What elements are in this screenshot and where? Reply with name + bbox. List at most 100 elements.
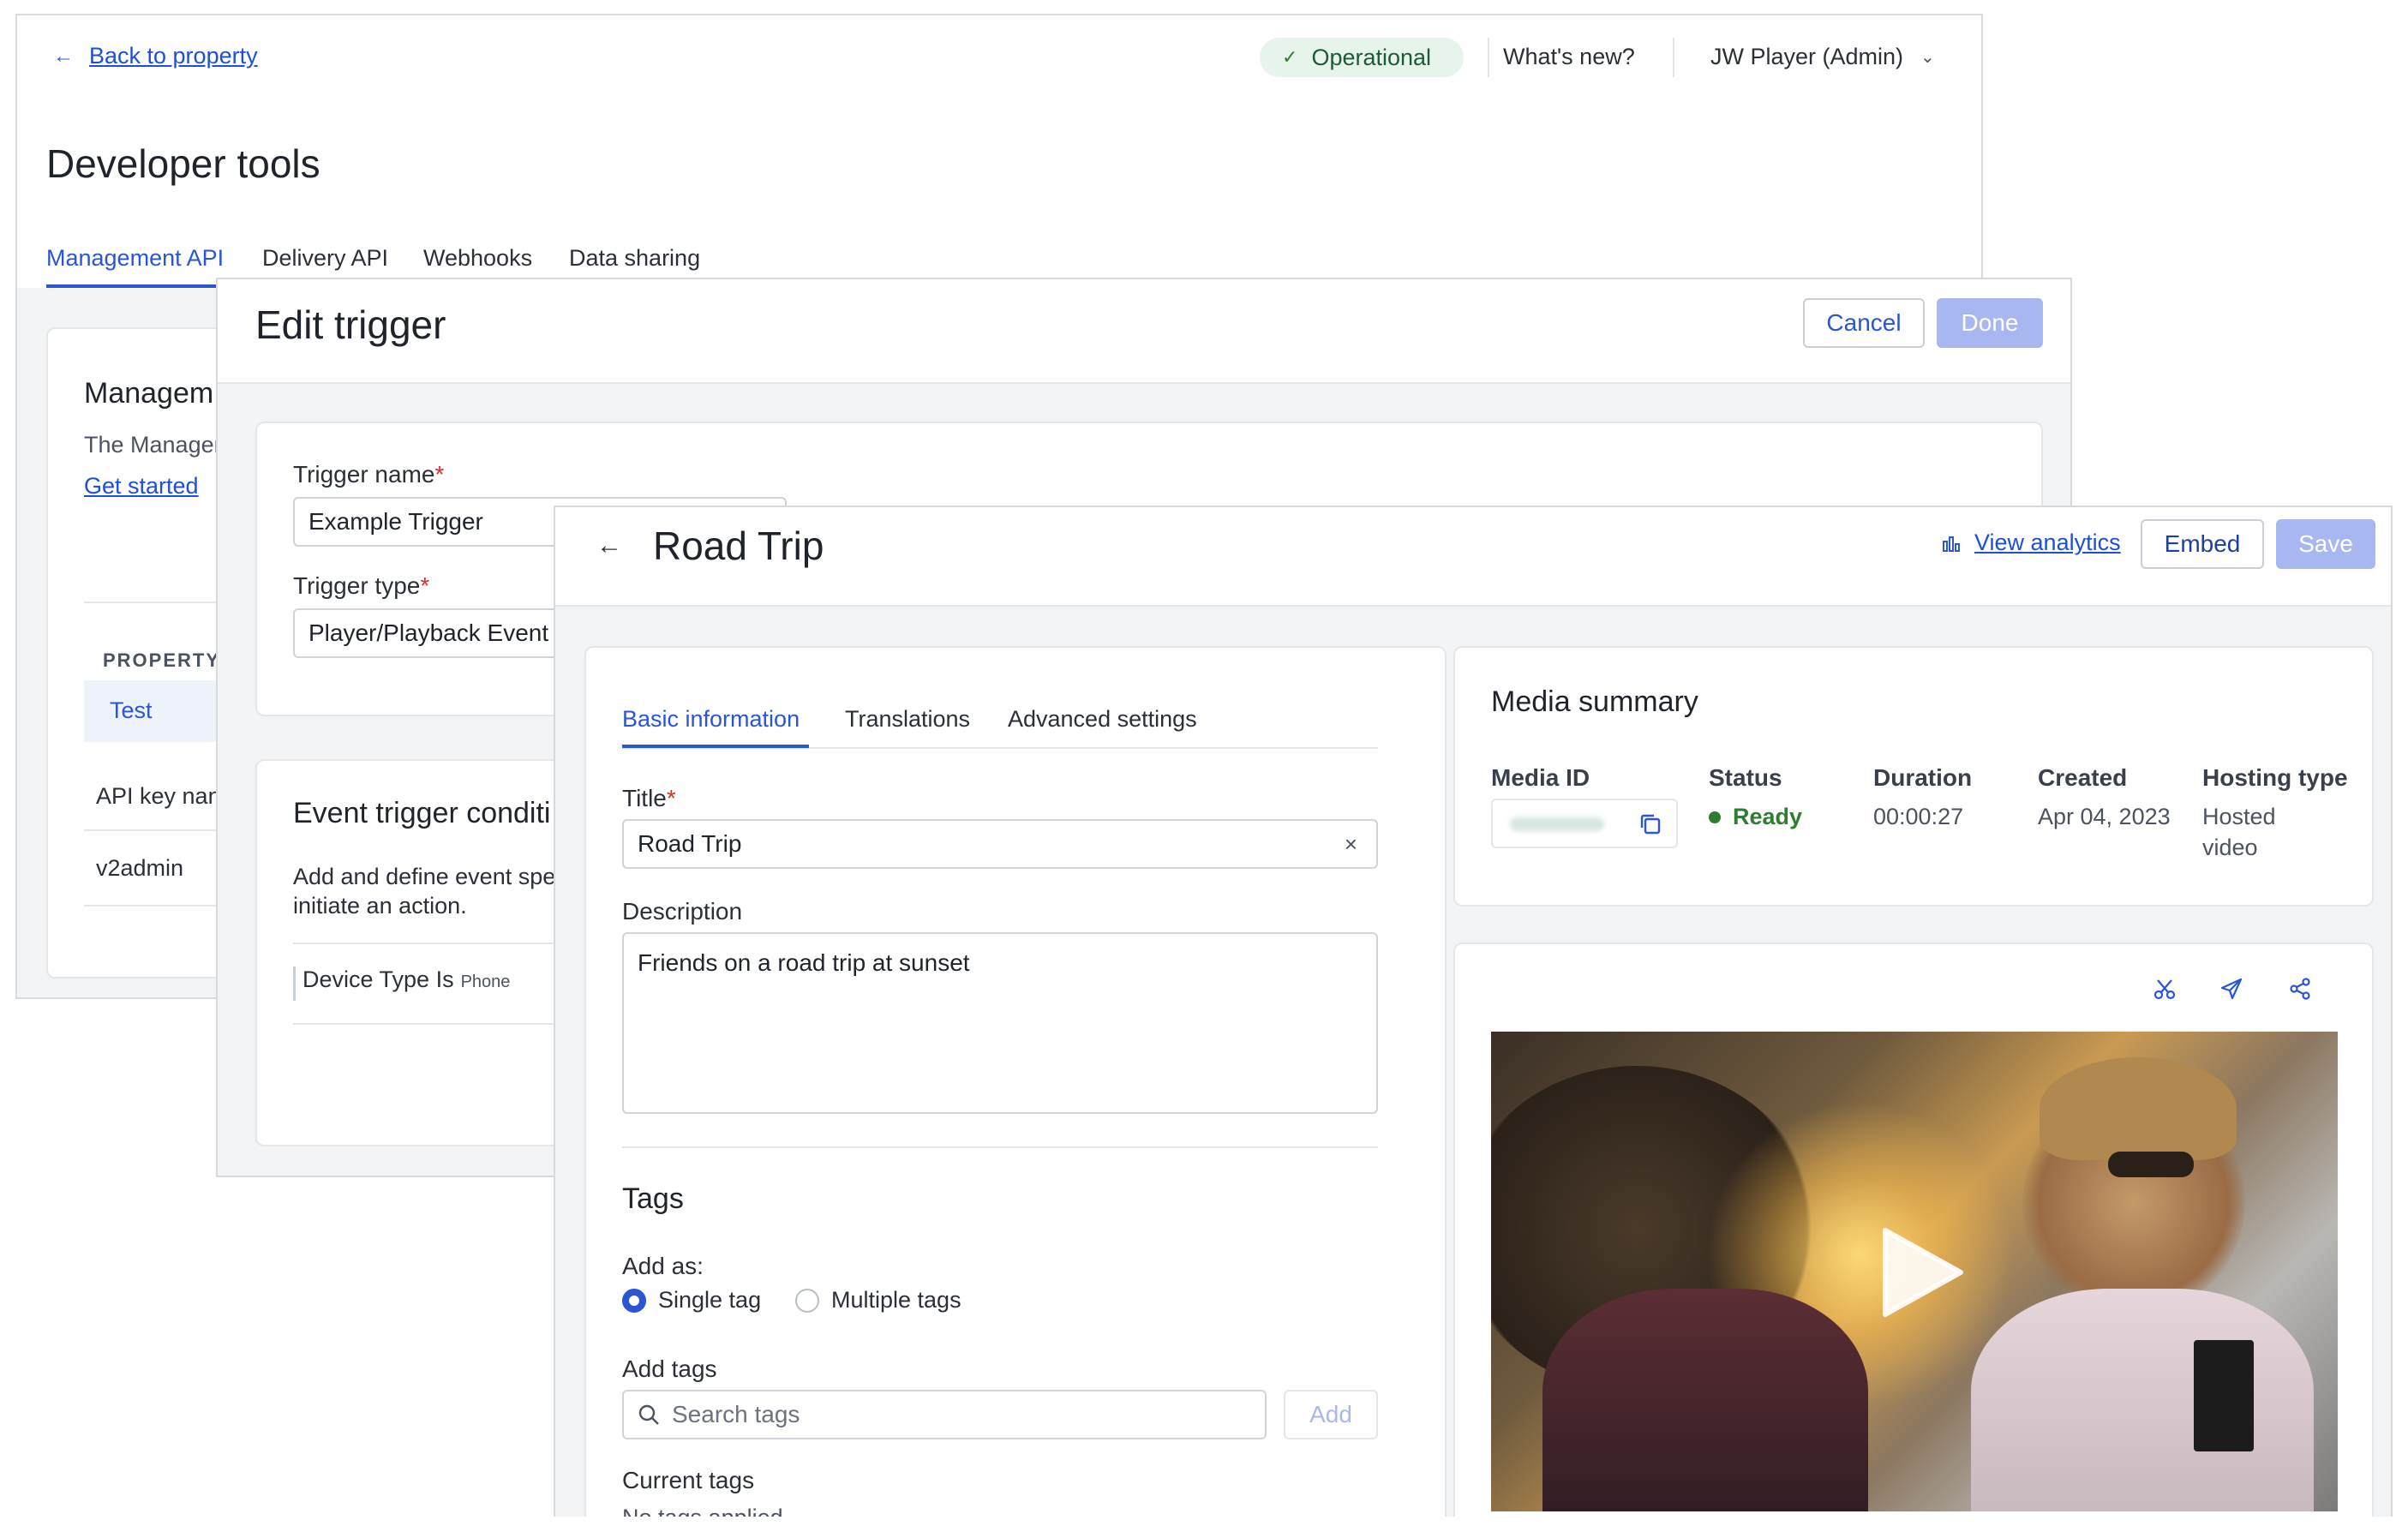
trigger-type-label: Trigger type* bbox=[293, 572, 430, 599]
tab-advanced-settings[interactable]: Advanced settings bbox=[1008, 706, 1197, 733]
media-summary-title: Media summary bbox=[1491, 685, 1698, 718]
trigger-name-label: Trigger name* bbox=[293, 461, 445, 488]
tags-heading: Tags bbox=[622, 1182, 684, 1215]
status-label: Status bbox=[1709, 764, 1782, 791]
embed-button[interactable]: Embed bbox=[2141, 519, 2264, 569]
view-analytics-link[interactable]: View analytics bbox=[1942, 530, 2121, 556]
whats-new-link[interactable]: What's new? bbox=[1503, 44, 1635, 70]
hosting-type-label: Hosting type bbox=[2202, 764, 2348, 791]
multiple-tags-label: Multiple tags bbox=[831, 1287, 961, 1313]
card-description: The Manager bbox=[84, 432, 222, 458]
duration-label: Duration bbox=[1873, 764, 1973, 791]
tab-translations[interactable]: Translations bbox=[845, 706, 970, 733]
cancel-button[interactable]: Cancel bbox=[1803, 298, 1925, 348]
media-id-label: Media ID bbox=[1491, 764, 1590, 791]
check-icon: ✓ bbox=[1282, 46, 1298, 68]
share-icon[interactable] bbox=[2288, 977, 2312, 1001]
edit-trigger-header bbox=[218, 279, 2070, 384]
account-name: JW Player (Admin) bbox=[1710, 44, 1904, 69]
bar-chart-icon bbox=[1943, 536, 1960, 552]
api-key-label: API key nan bbox=[96, 783, 221, 809]
active-tab-underline bbox=[46, 284, 238, 288]
divider bbox=[293, 1023, 584, 1025]
page-title: Developer tools bbox=[46, 141, 320, 186]
copy-icon[interactable] bbox=[1638, 812, 1662, 836]
no-tags-text: No tags applied bbox=[622, 1505, 783, 1517]
title-value: Road Trip bbox=[638, 830, 742, 857]
property-value: Test bbox=[110, 697, 153, 723]
condition-value: Phone bbox=[460, 972, 511, 991]
tab-management-api[interactable]: Management API bbox=[46, 245, 224, 272]
divider bbox=[1673, 38, 1674, 77]
send-icon[interactable] bbox=[2219, 977, 2243, 1001]
created-label: Created bbox=[2038, 764, 2128, 791]
close-icon[interactable]: × bbox=[1345, 831, 1357, 858]
status-badge[interactable]: ✓ Operational bbox=[1260, 38, 1464, 77]
search-tags-input[interactable]: Search tags bbox=[622, 1390, 1267, 1439]
add-tag-button[interactable]: Add bbox=[1284, 1390, 1378, 1439]
media-title: Road Trip bbox=[653, 524, 824, 568]
created-value: Apr 04, 2023 bbox=[2038, 804, 2171, 829]
play-icon[interactable] bbox=[1880, 1225, 1966, 1320]
scissors-icon[interactable] bbox=[2153, 977, 2177, 1001]
description-textarea[interactable]: Friends on a road trip at sunset bbox=[622, 932, 1378, 1114]
status-label: Operational bbox=[1311, 44, 1432, 70]
get-started-link[interactable]: Get started bbox=[84, 473, 199, 500]
video-player[interactable] bbox=[1491, 1032, 2338, 1511]
media-id-redacted bbox=[1510, 817, 1604, 831]
description-label: Description bbox=[622, 898, 743, 925]
card-title: Managem bbox=[84, 377, 214, 410]
radio-selected-icon bbox=[622, 1288, 646, 1313]
single-tag-radio[interactable]: Single tag bbox=[622, 1287, 761, 1314]
description-value: Friends on a road trip at sunset bbox=[638, 949, 970, 976]
chevron-down-icon: ⌄ bbox=[1920, 48, 1935, 67]
condition-label: Device Type Is bbox=[302, 966, 454, 992]
radio-unselected-icon bbox=[795, 1288, 819, 1313]
condition-row[interactable]: Device Type Is Phone bbox=[293, 966, 510, 1001]
done-button[interactable]: Done bbox=[1937, 298, 2043, 348]
multiple-tags-radio[interactable]: Multiple tags bbox=[795, 1287, 961, 1314]
tab-webhooks[interactable]: Webhooks bbox=[423, 245, 532, 272]
account-menu[interactable]: JW Player (Admin) ⌄ bbox=[1710, 44, 1935, 70]
tab-delivery-api[interactable]: Delivery API bbox=[262, 245, 388, 272]
video-preview-card bbox=[1453, 943, 2374, 1517]
title-field-label: Title* bbox=[622, 785, 676, 811]
title-input[interactable]: Road Trip × bbox=[622, 819, 1378, 869]
hosting-type-value-2: video bbox=[2202, 835, 2258, 860]
arrow-left-icon: ← bbox=[53, 44, 74, 68]
add-as-label: Add as: bbox=[622, 1253, 704, 1279]
hosting-type-value-1: Hosted bbox=[2202, 804, 2276, 829]
back-to-property-label: Back to property bbox=[89, 43, 258, 69]
trigger-type-value: Player/Playback Event bbox=[308, 619, 549, 646]
media-summary-card: Media summary Media ID Status Ready Dura… bbox=[1453, 646, 2374, 907]
property-column-header: PROPERTY bbox=[103, 649, 221, 671]
duration-value: 00:00:27 bbox=[1873, 804, 1964, 829]
active-tab-underline bbox=[622, 745, 809, 748]
back-to-property-link[interactable]: ← Back to property bbox=[53, 43, 258, 69]
add-tags-label: Add tags bbox=[622, 1355, 717, 1382]
current-tags-label: Current tags bbox=[622, 1467, 755, 1493]
api-key-value: v2admin bbox=[96, 855, 184, 881]
divider bbox=[293, 943, 584, 944]
media-id-field bbox=[1491, 799, 1678, 848]
tab-data-sharing[interactable]: Data sharing bbox=[569, 245, 700, 272]
view-analytics-label: View analytics bbox=[1974, 530, 2121, 555]
media-form-card: Basic information Translations Advanced … bbox=[584, 646, 1447, 1517]
status-dot-icon bbox=[1709, 811, 1721, 823]
edit-trigger-title: Edit trigger bbox=[255, 302, 446, 347]
single-tag-label: Single tag bbox=[658, 1287, 762, 1313]
media-header bbox=[555, 507, 2391, 607]
save-button[interactable]: Save bbox=[2276, 519, 2375, 569]
event-conditions-desc-2: initiate an action. bbox=[293, 893, 467, 919]
status-value: Ready bbox=[1709, 804, 1802, 830]
tab-basic-information[interactable]: Basic information bbox=[622, 706, 800, 733]
media-editor-window: ← Road Trip View analytics Embed Save Ba… bbox=[554, 506, 2393, 1517]
search-icon bbox=[638, 1404, 659, 1425]
search-tags-placeholder: Search tags bbox=[672, 1401, 800, 1427]
event-conditions-title: Event trigger conditi bbox=[293, 797, 551, 829]
back-arrow-icon[interactable]: ← bbox=[596, 531, 622, 560]
status-text: Ready bbox=[1733, 804, 1803, 829]
divider bbox=[1488, 38, 1489, 77]
event-conditions-desc-1: Add and define event spec bbox=[293, 864, 567, 889]
trigger-name-value: Example Trigger bbox=[308, 508, 483, 535]
